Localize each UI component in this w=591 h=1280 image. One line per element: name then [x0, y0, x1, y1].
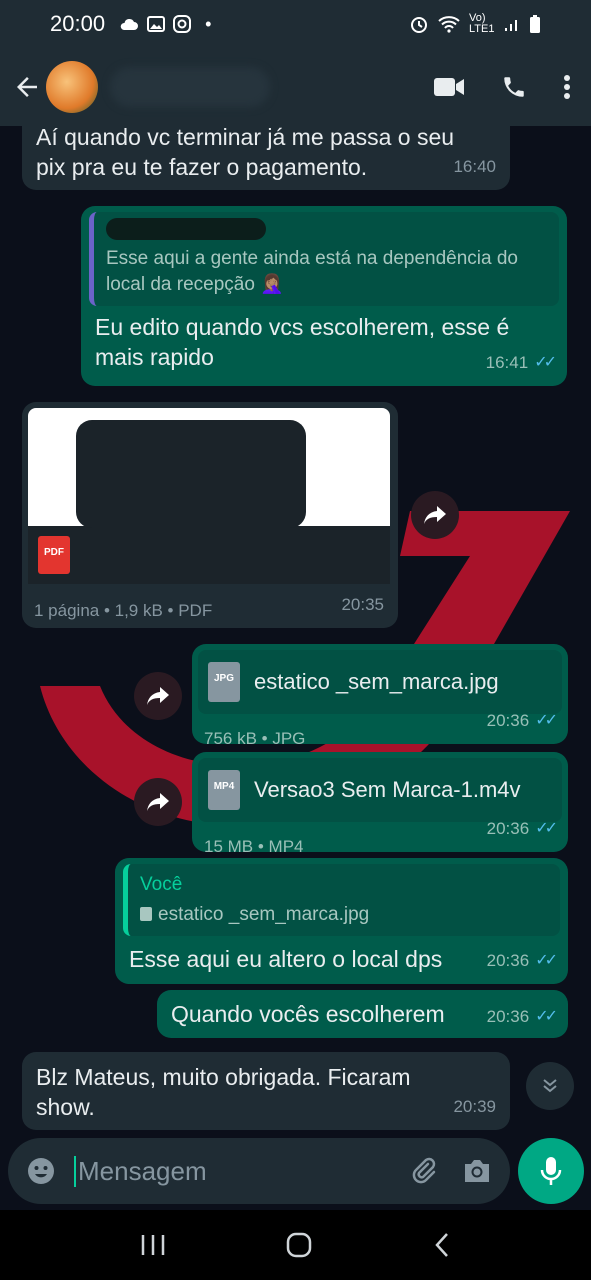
message-time: 16:40	[453, 157, 496, 176]
video-call-icon[interactable]	[433, 76, 465, 98]
back-arrow-icon[interactable]	[12, 72, 42, 102]
quoted-message[interactable]: Você estatico _sem_marca.jpg	[123, 864, 560, 936]
pdf-preview[interactable]	[28, 408, 390, 528]
system-nav-bar	[0, 1210, 591, 1280]
message-outgoing[interactable]: Você estatico _sem_marca.jpg Esse aqui e…	[115, 858, 568, 984]
phone-icon[interactable]	[501, 74, 527, 100]
status-system-icons: Vo) LTE1	[409, 13, 541, 35]
read-ticks-icon: ✓✓	[535, 952, 558, 969]
forward-button[interactable]	[411, 491, 459, 539]
emoji-icon[interactable]	[26, 1156, 56, 1186]
contact-avatar[interactable]	[46, 61, 98, 113]
file-row[interactable]: MP4 Versao3 Sem Marca-1.m4v	[198, 758, 562, 822]
message-input[interactable]: Mensagem	[74, 1155, 408, 1187]
chat-header	[0, 48, 591, 126]
quoted-text: Esse aqui a gente ainda está na dependên…	[106, 248, 518, 295]
pdf-file-row[interactable]: PDF	[28, 526, 390, 584]
read-ticks-icon: ✓✓	[534, 354, 557, 371]
mp4-file-icon: MP4	[208, 770, 240, 810]
quoted-file: estatico _sem_marca.jpg	[140, 902, 548, 928]
message-incoming[interactable]: Blz Mateus, muito obrigada. Ficaram show…	[22, 1052, 510, 1130]
signal-icon	[505, 20, 517, 31]
gallery-icon	[147, 16, 166, 32]
network-label: Vo) LTE1	[469, 12, 495, 35]
quoted-author: Você	[140, 874, 183, 895]
mic-icon	[540, 1157, 562, 1185]
message-outgoing-document[interactable]: MP4 Versao3 Sem Marca-1.m4v 15 MB • MP4 …	[192, 752, 568, 856]
recents-icon[interactable]	[140, 1233, 166, 1257]
file-name: estatico _sem_marca.jpg	[254, 669, 499, 694]
quoted-author-redacted	[106, 218, 266, 240]
instagram-icon	[173, 15, 192, 33]
forward-button[interactable]	[134, 672, 182, 720]
chat-area[interactable]: Aí quando vc terminar já me passa o seu …	[0, 126, 591, 1136]
camera-icon[interactable]	[462, 1158, 492, 1184]
message-text: Aí quando vc terminar já me passa o seu …	[36, 126, 455, 180]
message-outgoing[interactable]: Esse aqui a gente ainda está na dependên…	[81, 206, 567, 386]
document-meta: 1 página • 1,9 kB • PDF	[34, 601, 213, 620]
contact-name-redacted[interactable]	[110, 67, 270, 107]
dot-icon: •	[205, 13, 212, 34]
document-icon	[140, 907, 152, 921]
forward-button[interactable]	[134, 778, 182, 826]
message-time: 20:36	[486, 819, 530, 838]
message-time: 20:36	[486, 1007, 530, 1026]
message-outgoing-document[interactable]: JPG estatico _sem_marca.jpg 756 kB • JPG…	[192, 644, 568, 748]
quoted-message[interactable]: Esse aqui a gente ainda está na dependên…	[89, 212, 559, 306]
message-incoming[interactable]: Aí quando vc terminar já me passa o seu …	[22, 126, 510, 190]
message-time: 20:36	[486, 951, 530, 970]
scroll-down-button[interactable]	[526, 1062, 574, 1110]
file-name: Versao3 Sem Marca-1.m4v	[254, 777, 521, 802]
battery-icon	[530, 15, 540, 33]
status-notification-icons: •	[119, 14, 211, 35]
read-ticks-icon: ✓✓	[535, 712, 558, 729]
message-outgoing[interactable]: Quando vocês escolherem 20:36 ✓✓	[157, 990, 568, 1038]
message-composer[interactable]: Mensagem	[8, 1138, 510, 1204]
scroll-down-icon	[543, 1079, 557, 1093]
status-bar: 20:00 • Vo) LTE1	[0, 0, 591, 48]
read-ticks-icon: ✓✓	[535, 820, 558, 837]
forward-icon	[424, 506, 446, 524]
more-icon[interactable]	[563, 74, 571, 100]
mic-button[interactable]	[518, 1138, 584, 1204]
message-time: 20:35	[341, 595, 384, 614]
nav-back-icon[interactable]	[432, 1231, 452, 1259]
status-time: 20:00	[50, 11, 106, 36]
jpg-file-icon: JPG	[208, 662, 240, 702]
attach-icon[interactable]	[408, 1156, 438, 1186]
message-incoming-document[interactable]: PDF 1 página • 1,9 kB • PDF 20:35	[22, 402, 398, 628]
alarm-icon	[411, 17, 427, 33]
file-row[interactable]: JPG estatico _sem_marca.jpg	[198, 650, 562, 714]
forward-icon	[147, 793, 169, 811]
wifi-icon	[438, 16, 460, 33]
pdf-preview-redacted	[76, 420, 306, 528]
message-time: 20:36	[486, 711, 530, 730]
forward-icon	[147, 687, 169, 705]
cloud-icon	[120, 18, 139, 30]
message-time: 16:41	[485, 353, 529, 372]
home-icon[interactable]	[285, 1231, 313, 1259]
message-time: 20:39	[453, 1097, 496, 1116]
read-ticks-icon: ✓✓	[535, 1008, 558, 1025]
message-text: Blz Mateus, muito obrigada. Ficaram show…	[36, 1064, 411, 1120]
pdf-icon: PDF	[38, 536, 70, 574]
